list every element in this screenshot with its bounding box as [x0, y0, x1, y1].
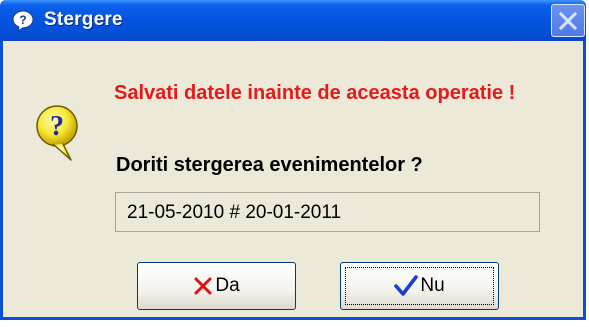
- svg-text:?: ?: [19, 13, 26, 27]
- title-bar[interactable]: ? Stergere: [0, 0, 586, 41]
- close-icon: [558, 11, 578, 31]
- focus-ring: [345, 267, 494, 305]
- red-x-icon: [194, 277, 212, 295]
- yes-button-label: Da: [215, 275, 240, 296]
- question-bubble-icon: ?: [36, 105, 78, 161]
- question-message: Doriti stergerea evenimentelor ?: [116, 154, 423, 176]
- close-button[interactable]: [551, 4, 585, 37]
- dialog-content: ? Salvati datele inainte de aceasta oper…: [3, 41, 583, 317]
- help-question-icon: ?: [12, 10, 34, 32]
- dialog-window: ? Stergere ? Salvati datele inainte de a…: [0, 0, 586, 320]
- warning-message: Salvati datele inainte de aceasta operat…: [114, 82, 516, 104]
- yes-button[interactable]: Da: [137, 262, 296, 310]
- svg-text:?: ?: [50, 111, 64, 142]
- date-range-field: 21-05-2010 # 20-01-2011: [115, 192, 540, 232]
- window-title: Stergere: [44, 9, 123, 30]
- no-button[interactable]: Nu: [340, 262, 499, 310]
